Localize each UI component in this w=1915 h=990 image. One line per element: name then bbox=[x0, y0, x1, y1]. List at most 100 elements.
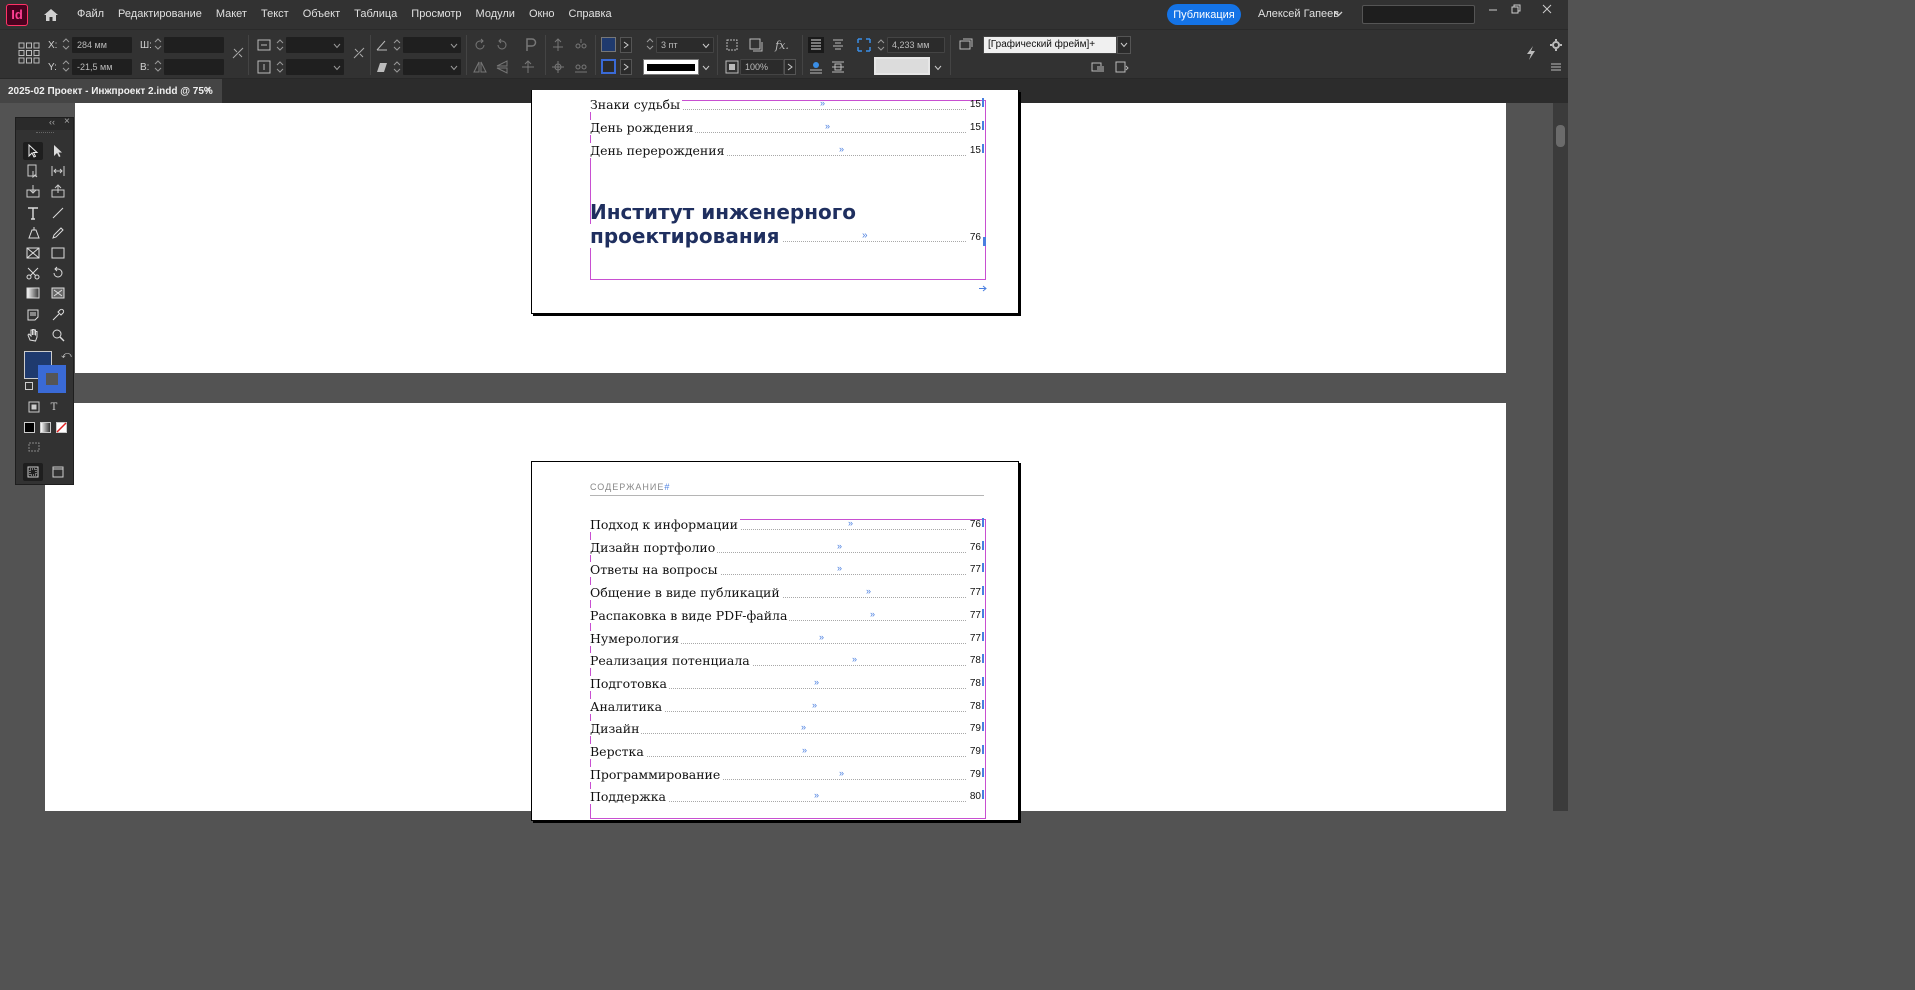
menu-type[interactable]: Текст bbox=[254, 0, 296, 29]
toc-row[interactable]: Поддержка » 80 bbox=[590, 787, 984, 810]
width-spinner[interactable] bbox=[154, 37, 162, 51]
vertical-scrollbar[interactable] bbox=[1553, 103, 1568, 811]
chevron-down-icon[interactable] bbox=[1334, 9, 1343, 18]
menu-object[interactable]: Объект bbox=[296, 0, 347, 29]
restore-button[interactable] bbox=[1504, 0, 1528, 18]
chevron-down-icon[interactable] bbox=[702, 42, 710, 50]
tools-panel-header[interactable]: ‹‹ × bbox=[16, 116, 73, 130]
content-collector-tool[interactable] bbox=[23, 182, 43, 200]
document-tab[interactable]: 2025-02 Проект - Инжпроект 2.indd @ 75% … bbox=[0, 79, 222, 103]
drop-shadow-icon[interactable] bbox=[748, 37, 764, 53]
publish-button[interactable]: Публикация bbox=[1167, 4, 1241, 25]
panel-menu-icon[interactable] bbox=[1548, 59, 1564, 75]
reference-point-icon[interactable] bbox=[18, 42, 40, 64]
menu-window[interactable]: Окно bbox=[522, 0, 562, 29]
rectangle-frame-tool[interactable] bbox=[23, 244, 43, 262]
object-style-dropdown[interactable] bbox=[1117, 36, 1131, 54]
menu-table[interactable]: Таблица bbox=[347, 0, 404, 29]
toc-row[interactable]: Аналитика » 78 bbox=[590, 697, 984, 720]
toc-row[interactable]: Распаковка в виде PDF-файла » 77 bbox=[590, 606, 984, 629]
gutter-field[interactable]: 4,233 мм bbox=[887, 37, 945, 53]
note-tool[interactable] bbox=[23, 306, 43, 324]
chevron-down-icon[interactable] bbox=[333, 64, 341, 72]
opacity-field[interactable]: 100% bbox=[740, 59, 784, 75]
page-tool[interactable] bbox=[23, 162, 43, 180]
close-icon[interactable]: × bbox=[64, 116, 70, 127]
pen-tool[interactable] bbox=[23, 224, 43, 242]
gap-tool[interactable] bbox=[48, 162, 68, 180]
out-port-icon[interactable] bbox=[978, 284, 987, 293]
swap-colors-icon[interactable]: ⤺ bbox=[61, 350, 72, 361]
close-window-button[interactable] bbox=[1535, 0, 1559, 18]
select-container-icon[interactable] bbox=[520, 59, 536, 75]
text-frame-options-icon[interactable] bbox=[830, 59, 846, 75]
flip-vertical-icon[interactable] bbox=[494, 59, 510, 75]
screen-mode-icon-small[interactable] bbox=[26, 440, 42, 454]
toc-row[interactable]: Реализация потенциала » 78 bbox=[590, 651, 984, 674]
select-parent-icon[interactable] bbox=[573, 59, 589, 75]
toc-row[interactable]: Общение в виде публикаций » 77 bbox=[590, 583, 984, 606]
select-next-icon[interactable] bbox=[573, 37, 589, 53]
toc-row[interactable]: Нумерология » 77 bbox=[590, 629, 984, 652]
direct-selection-tool[interactable] bbox=[48, 142, 68, 160]
scissors-tool[interactable] bbox=[23, 264, 43, 282]
lightning-icon[interactable] bbox=[1523, 45, 1539, 61]
gradient-swatch-tool[interactable] bbox=[23, 284, 43, 302]
apply-gradient-button[interactable] bbox=[40, 422, 51, 433]
home-button[interactable] bbox=[36, 0, 66, 29]
scrollbar-thumb[interactable] bbox=[1556, 125, 1565, 147]
stroke-weight-spinner[interactable] bbox=[646, 37, 654, 51]
zoom-tool[interactable] bbox=[48, 326, 68, 344]
search-input[interactable] bbox=[1362, 5, 1475, 24]
default-colors-icon[interactable] bbox=[25, 382, 33, 390]
align-center-icon[interactable] bbox=[830, 37, 846, 53]
menu-plugins[interactable]: Модули bbox=[469, 0, 522, 29]
toc-row[interactable]: Дизайн » 79 bbox=[590, 719, 984, 742]
close-tab-button[interactable]: × bbox=[205, 84, 211, 96]
formatting-text-button[interactable]: T bbox=[46, 400, 62, 414]
fill-swatch[interactable] bbox=[601, 37, 616, 52]
stroke-swatch[interactable] bbox=[601, 59, 616, 74]
text-wrap-icon[interactable] bbox=[808, 59, 824, 75]
menu-view[interactable]: Просмотр bbox=[404, 0, 468, 29]
line-tool[interactable] bbox=[48, 204, 68, 222]
menu-layout[interactable]: Макет bbox=[209, 0, 254, 29]
hand-tool[interactable] bbox=[23, 326, 43, 344]
fill-dropdown[interactable] bbox=[620, 37, 632, 53]
height-spinner[interactable] bbox=[154, 59, 162, 73]
frame-fitting-icon[interactable] bbox=[724, 37, 740, 53]
toc-row[interactable]: Дизайн портфолио » 76 bbox=[590, 538, 984, 561]
effects-icon[interactable]: fx. bbox=[773, 37, 791, 53]
object-style-select[interactable]: [Графический фрейм]+ bbox=[983, 36, 1117, 54]
shear-spinner[interactable] bbox=[393, 60, 401, 74]
menu-file[interactable]: Файл bbox=[70, 0, 111, 29]
select-content-icon[interactable] bbox=[520, 35, 540, 55]
stroke-color-swatch[interactable] bbox=[38, 365, 66, 393]
y-field[interactable]: -21,5 мм bbox=[72, 59, 132, 75]
x-field[interactable]: 284 мм bbox=[72, 37, 132, 53]
rectangle-tool[interactable] bbox=[48, 244, 68, 262]
stroke-type-sample[interactable] bbox=[643, 59, 699, 75]
chevron-down-icon[interactable] bbox=[450, 42, 458, 50]
toc-row[interactable]: Подход к информации » 76 bbox=[590, 515, 984, 538]
toc-row[interactable]: Программирование » 79 bbox=[590, 765, 984, 788]
apply-color-button[interactable] bbox=[24, 422, 35, 433]
height-field[interactable] bbox=[164, 59, 224, 75]
width-field[interactable] bbox=[164, 37, 224, 53]
free-transform-tool[interactable] bbox=[48, 264, 68, 282]
scale-y-spinner[interactable] bbox=[276, 60, 284, 74]
select-child-icon[interactable] bbox=[550, 59, 566, 75]
stroke-dropdown[interactable] bbox=[620, 59, 632, 75]
toc-row[interactable]: Ответы на вопросы » 77 bbox=[590, 560, 984, 583]
rotate-ccw-icon[interactable] bbox=[494, 37, 510, 53]
screen-mode-button[interactable] bbox=[48, 463, 68, 481]
toc-row-2[interactable]: День рождения » 15 bbox=[590, 118, 984, 141]
auto-fit-icon[interactable] bbox=[1090, 59, 1106, 75]
rotate-cw-icon[interactable] bbox=[472, 37, 488, 53]
object-style-icon[interactable] bbox=[958, 37, 974, 53]
constrain-proportions-icon[interactable] bbox=[231, 46, 245, 60]
select-previous-icon[interactable] bbox=[550, 37, 566, 53]
chevron-down-icon[interactable] bbox=[702, 64, 710, 72]
menu-edit[interactable]: Редактирование bbox=[111, 0, 209, 29]
gutter-spinner[interactable] bbox=[877, 38, 885, 52]
